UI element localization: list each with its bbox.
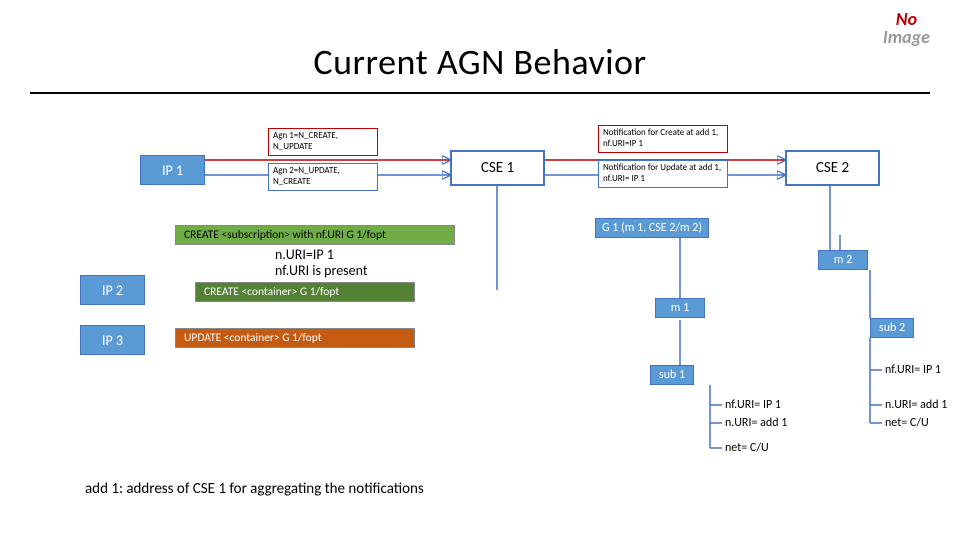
node-cse2: CSE 2 xyxy=(785,150,880,186)
node-ip3: IP 3 xyxy=(80,325,145,355)
notif-create-label: Notification for Create at add 1, nf.URI… xyxy=(598,125,728,153)
tree-g1: G 1 (m 1, CSE 2/m 2) xyxy=(595,218,709,238)
sub2-nfuri: nf.URI= IP 1 xyxy=(885,363,941,377)
node-ip2: IP 2 xyxy=(80,275,145,305)
tree-sub1: sub 1 xyxy=(650,365,694,385)
msg-create-container: CREATE <container> G 1/fopt xyxy=(195,282,415,302)
msg-update-container: UPDATE <container> G 1/fopt xyxy=(175,328,415,348)
tree-m2: m 2 xyxy=(818,250,868,270)
sub1-nfuri: nf.URI= IP 1 xyxy=(725,398,781,412)
sub2-nuri: n.URI= add 1 xyxy=(885,398,947,412)
node-cse1: CSE 1 xyxy=(450,150,545,186)
notif-update-label: Notification for Update at add 1, nf.URI… xyxy=(598,160,728,188)
diagram: IP 1 IP 2 IP 3 CSE 1 CSE 2 Agn 1=N_CREAT… xyxy=(0,0,960,540)
msg-nfuri-present: nf.URI is present xyxy=(275,262,368,279)
footnote: add 1: address of CSE 1 for aggregating … xyxy=(85,480,424,498)
tree-m1: m 1 xyxy=(655,298,705,318)
msg-create-subscription: CREATE <subscription> with nf.URI G 1/fo… xyxy=(175,225,455,245)
agn1-label: Agn 1=N_CREATE, N_UPDATE xyxy=(268,128,378,156)
connector-lines xyxy=(0,0,960,540)
msg-nuri: n.URI=IP 1 xyxy=(275,246,334,263)
node-ip1: IP 1 xyxy=(140,155,205,185)
agn2-label: Agn 2=N_UPDATE, N_CREATE xyxy=(268,163,378,191)
sub1-nuri: n.URI= add 1 xyxy=(725,416,787,430)
tree-sub2: sub 2 xyxy=(870,318,914,338)
sub1-net: net= C/U xyxy=(725,441,769,455)
sub2-net: net= C/U xyxy=(885,416,929,430)
